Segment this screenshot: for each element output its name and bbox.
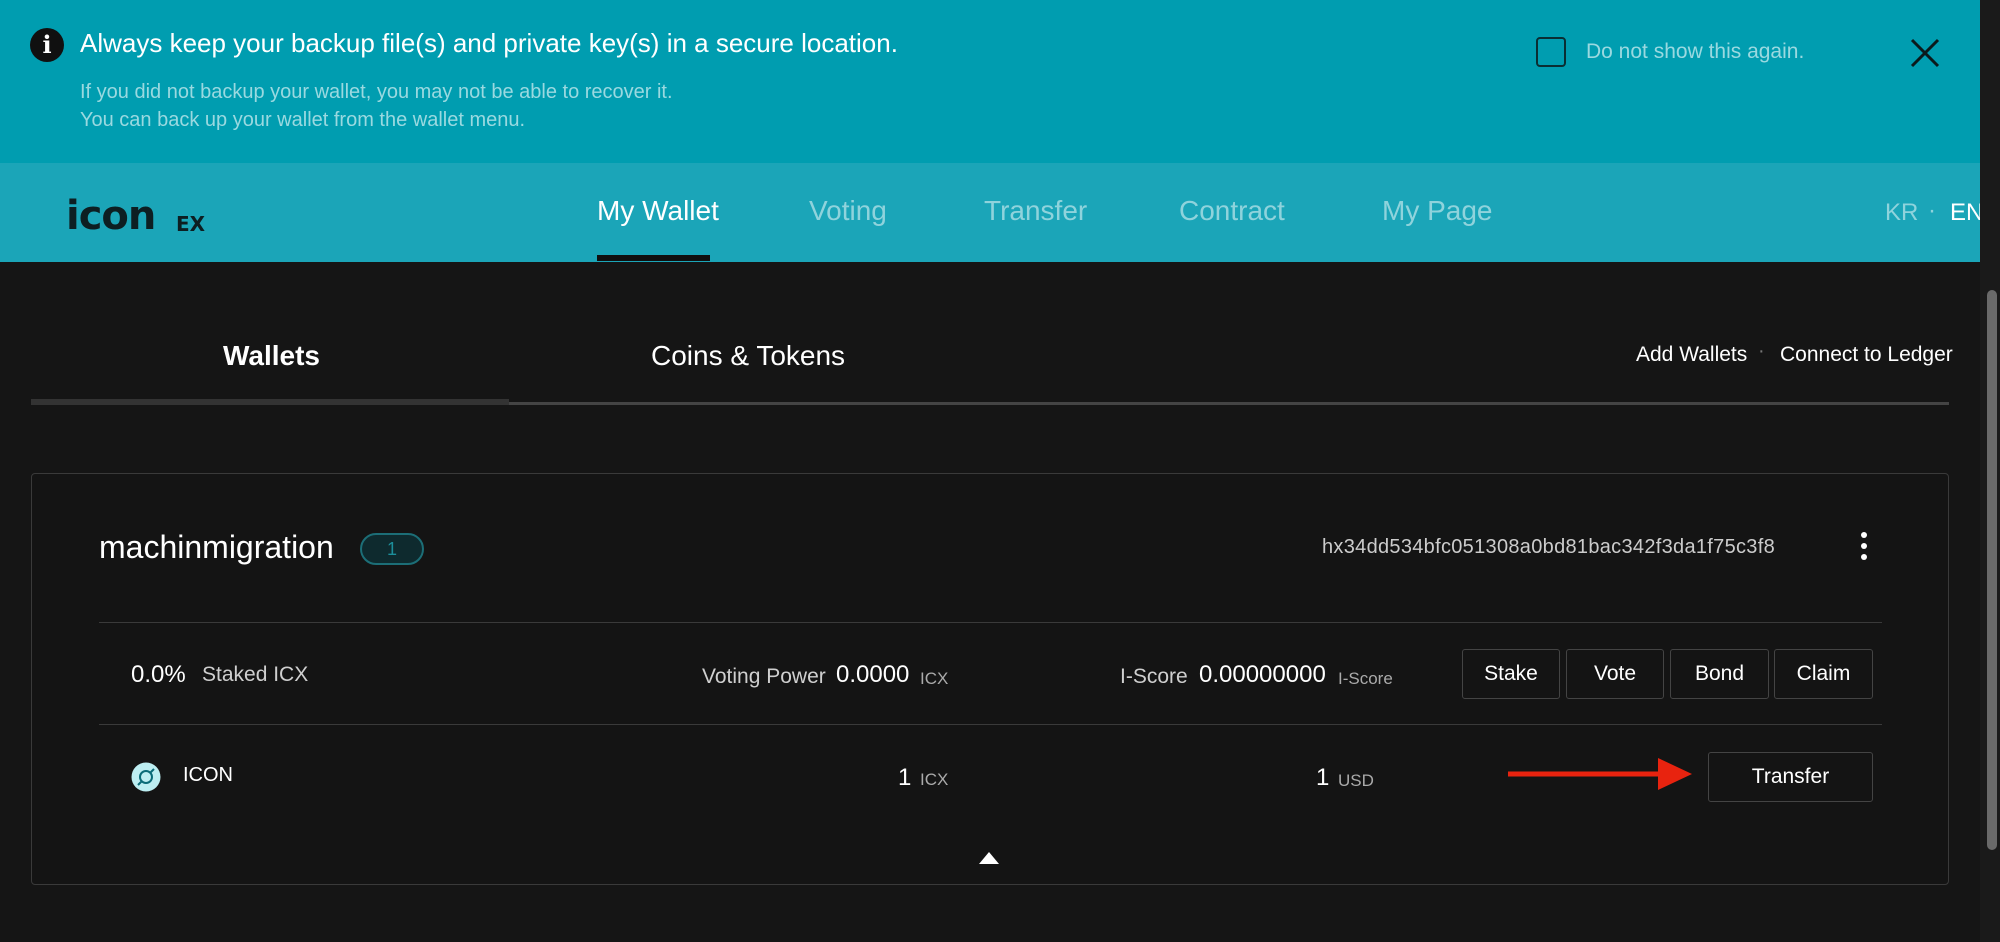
logo-suffix: EX: [176, 212, 206, 236]
more-options-icon[interactable]: [1856, 530, 1872, 564]
iscore-label: I-Score: [1120, 665, 1188, 688]
wallet-name: machinmigration: [99, 529, 334, 565]
main-header: icon EX My Wallet Voting Transfer Contra…: [0, 163, 1983, 262]
do-not-show-label[interactable]: Do not show this again.: [1586, 40, 1804, 64]
nav-transfer[interactable]: Transfer: [984, 195, 1087, 227]
lang-kr[interactable]: KR: [1885, 199, 1918, 227]
claim-button[interactable]: Claim: [1774, 649, 1873, 699]
do-not-show-checkbox[interactable]: [1536, 37, 1566, 67]
scrollbar-thumb[interactable]: [1987, 290, 1997, 850]
card-divider: [99, 724, 1882, 725]
iscore-value: 0.00000000: [1199, 661, 1326, 688]
notice-title: Always keep your backup file(s) and priv…: [80, 28, 898, 58]
nav-active-indicator: [597, 255, 710, 261]
coin-usd-value: 1: [1316, 764, 1330, 791]
staked-percent: 0.0%: [131, 661, 186, 688]
tab-coins-tokens[interactable]: Coins & Tokens: [651, 340, 845, 372]
red-arrow-icon: [1508, 758, 1692, 790]
wallet-address[interactable]: hx34dd534bfc051308a0bd81bac342f3da1f75c3…: [1322, 536, 1775, 559]
tab-active-indicator: [31, 399, 509, 405]
icon-ex-logo[interactable]: icon EX: [66, 191, 216, 241]
voting-power-unit: ICX: [920, 669, 949, 688]
iscore-unit: I-Score: [1338, 669, 1393, 688]
transfer-button[interactable]: Transfer: [1708, 752, 1873, 802]
card-divider: [99, 622, 1882, 623]
icon-coin-icon: [131, 762, 161, 792]
nav-my-page[interactable]: My Page: [1382, 195, 1493, 227]
actions-separator: ·: [1758, 340, 1765, 362]
lang-en[interactable]: EN: [1950, 199, 1983, 227]
nav-contract[interactable]: Contract: [1179, 195, 1285, 227]
coin-amount-unit: ICX: [920, 770, 949, 789]
connect-ledger-link[interactable]: Connect to Ledger: [1780, 343, 1953, 367]
logo-text: icon: [66, 193, 155, 239]
stake-button[interactable]: Stake: [1462, 649, 1560, 699]
staked-label: Staked ICX: [202, 663, 309, 686]
nav-my-wallet[interactable]: My Wallet: [597, 195, 719, 227]
wallet-count-badge: 1: [360, 533, 424, 565]
voting-power-value: 0.0000: [836, 661, 910, 688]
close-icon[interactable]: [1908, 36, 1942, 70]
collapse-up-icon[interactable]: [978, 850, 1000, 866]
info-icon: i: [30, 28, 64, 62]
nav-voting[interactable]: Voting: [809, 195, 887, 227]
lang-separator: ·: [1928, 197, 1936, 224]
coin-amount: 1: [898, 764, 912, 791]
bond-button[interactable]: Bond: [1670, 649, 1769, 699]
coin-name: ICON: [183, 764, 233, 786]
add-wallets-link[interactable]: Add Wallets: [1636, 343, 1747, 367]
voting-power-label: Voting Power: [702, 665, 826, 688]
coin-usd-unit: USD: [1338, 771, 1374, 790]
notice-line-2: You can back up your wallet from the wal…: [80, 109, 526, 131]
notice-banner: i Always keep your backup file(s) and pr…: [0, 0, 1980, 163]
vote-button[interactable]: Vote: [1566, 649, 1664, 699]
notice-line-1: If you did not backup your wallet, you m…: [80, 81, 673, 103]
tab-wallets[interactable]: Wallets: [223, 340, 320, 372]
